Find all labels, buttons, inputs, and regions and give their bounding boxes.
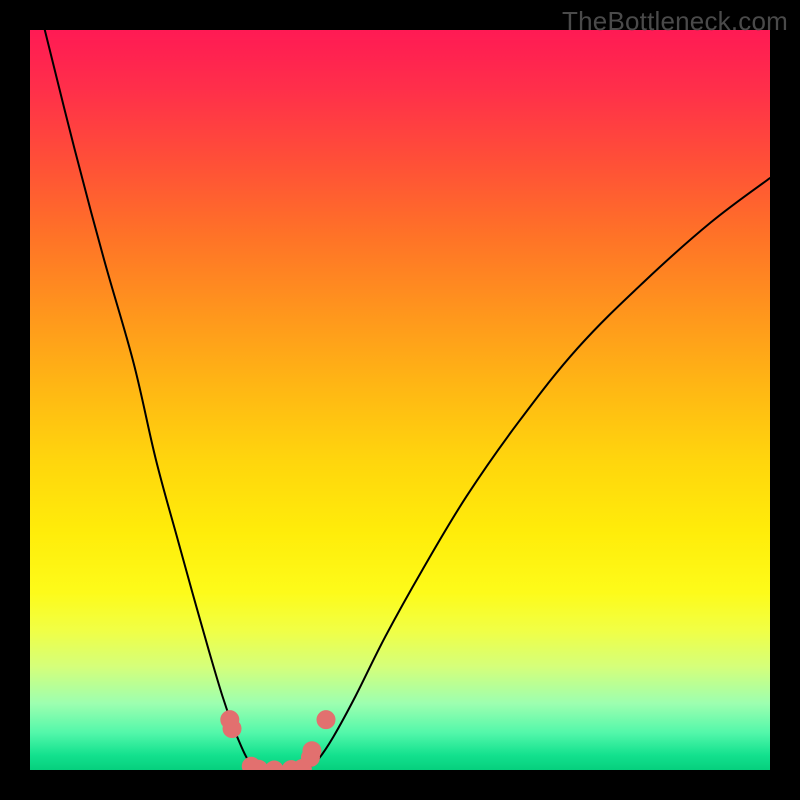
curve-layer [30, 30, 770, 770]
chart-frame: TheBottleneck.com [0, 0, 800, 800]
watermark-text: TheBottleneck.com [562, 6, 788, 37]
marker-dot [223, 719, 242, 738]
marker-dot [302, 741, 321, 760]
bottleneck-curve [45, 30, 770, 770]
marker-dot [265, 761, 284, 771]
marker-dot [317, 710, 336, 729]
plot-area [30, 30, 770, 770]
